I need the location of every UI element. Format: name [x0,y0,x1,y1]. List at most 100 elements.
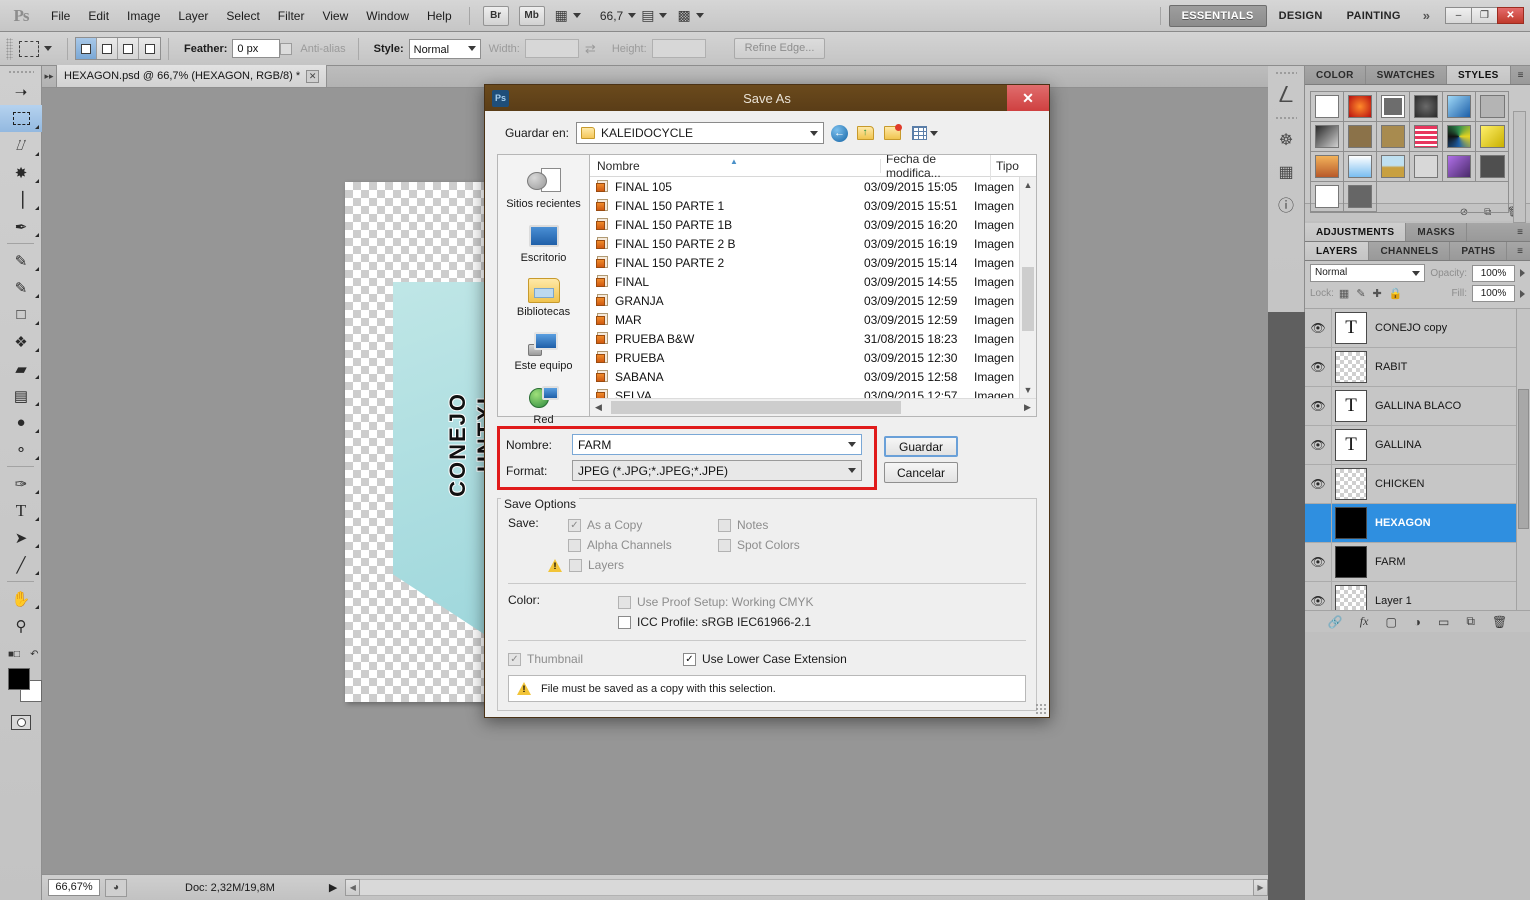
tab-paths[interactable]: PATHS [1450,242,1508,260]
table-row[interactable]: 👁 T CONEJO copy [1305,309,1530,348]
place-libraries[interactable]: Bibliotecas [499,271,589,322]
place-recent[interactable]: Sitios recientes [499,163,589,214]
list-item[interactable]: SELVA 03/09/2015 12:57 Imagen [590,386,1019,398]
scroll-track[interactable] [360,879,1253,896]
zoom-chevron-down-icon[interactable] [628,13,637,18]
tab-color[interactable]: COLOR [1305,66,1366,84]
document-close-icon[interactable]: ✕ [306,69,320,83]
list-item[interactable]: SABANA 03/09/2015 12:58 Imagen [590,367,1019,386]
layers-row[interactable]: Layers [548,555,718,575]
list-item[interactable]: FINAL 150 PARTE 2 B 03/09/2015 16:19 Ima… [590,234,1019,253]
document-tab[interactable]: HEXAGON.psd @ 66,7% (HEXAGON, RGB/8) * ✕ [56,65,328,87]
zoom-level-value[interactable]: 66,7 [600,9,623,23]
table-row[interactable]: 👁 T GALLINA BLACO [1305,386,1530,426]
menu-file[interactable]: File [42,0,79,32]
layer-thumbnail[interactable]: T [1335,312,1367,344]
tab-adjustments[interactable]: ADJUSTMENTS [1305,223,1407,241]
layers-scrollbar[interactable] [1516,309,1530,610]
move-tool[interactable]: ➝ [0,78,42,105]
file-list[interactable]: Nombre Fecha de modifica... Tipo ▲ FINAL… [589,154,1037,417]
tab-bar-grip[interactable]: ▸▸ [42,65,56,87]
scroll-thumb[interactable] [1022,267,1034,331]
thumbnail-checkbox[interactable]: ✓ [508,652,521,666]
new-group-icon[interactable]: ▭ [1438,615,1449,629]
layer-visibility-cell[interactable]: 👁 [1305,464,1332,504]
opacity-slider-arrow-icon[interactable] [1520,269,1525,277]
as-a-copy-row[interactable]: ✓ As a Copy [568,515,718,535]
subtract-from-selection-button[interactable] [118,38,139,59]
crop-tool[interactable]: ⎟ [0,186,42,213]
status-menu-arrow-icon[interactable]: ▶ [329,881,337,894]
anti-alias-checkbox[interactable] [280,42,293,55]
style-swatch-none[interactable] [1311,92,1344,122]
intersect-selection-button[interactable] [139,38,160,59]
status-zoom-input[interactable]: 66,67% [48,879,100,896]
place-desktop[interactable]: Escritorio [499,217,589,268]
layer-visibility-cell[interactable]: 👁 [1305,309,1332,348]
eye-icon[interactable]: 👁 [1311,595,1326,607]
scroll-track[interactable] [607,399,1019,416]
list-item[interactable]: PRUEBA B&W 31/08/2015 18:23 Imagen [590,329,1019,348]
style-swatch-blue-gel[interactable] [1443,92,1476,122]
rectangular-marquee-tool[interactable] [0,105,42,132]
menu-help[interactable]: Help [418,0,461,32]
lock-all-icon[interactable]: 🔒 [1389,287,1403,300]
zoom-tool[interactable]: ⚲ [0,612,42,639]
height-input[interactable] [651,39,706,58]
table-row[interactable]: 👁 Layer 1 [1305,581,1530,610]
style-swatch-dark-ring[interactable] [1410,92,1443,122]
table-row[interactable]: HEXAGON [1305,503,1530,543]
mini-dock-grip-2[interactable] [1268,111,1304,124]
layer-visibility-cell[interactable] [1305,503,1332,543]
back-icon[interactable]: ← [831,124,848,142]
layer-thumbnail[interactable] [1335,585,1367,610]
menu-edit[interactable]: Edit [79,0,118,32]
style-swatch-brown[interactable] [1344,122,1377,152]
line-tool[interactable]: ╱ [0,551,42,578]
format-select[interactable]: JPEG (*.JPG;*.JPEG;*.JPE) [572,460,862,481]
style-swatch-purple[interactable] [1443,152,1476,182]
scroll-up-button[interactable]: ▲ [1020,177,1036,193]
foreground-color-swatch[interactable] [8,668,30,690]
eye-icon[interactable]: 👁 [1311,400,1326,412]
gradient-tool[interactable]: ▤ [0,382,42,409]
pen-tool[interactable]: ✑ [0,470,42,497]
tab-styles[interactable]: STYLES [1446,66,1511,84]
menu-view[interactable]: View [313,0,357,32]
layer-thumbnail[interactable]: T [1335,390,1367,422]
new-selection-button[interactable] [76,38,97,59]
tab-swatches[interactable]: SWATCHES [1366,66,1447,84]
icc-profile-row[interactable]: ICC Profile: sRGB IEC61966-2.1 [618,612,1026,632]
file-list-vertical-scrollbar[interactable]: ▲ ▼ [1019,177,1036,398]
column-header-modified[interactable]: Fecha de modifica... [881,155,991,180]
blur-tool[interactable]: ● [0,409,42,436]
eye-icon[interactable]: 👁 [1311,439,1326,451]
style-swatch-dark-grey[interactable] [1476,152,1509,182]
color-wheel-mini-icon[interactable]: ☸ [1268,124,1304,156]
width-input[interactable] [524,39,579,58]
column-header-type[interactable]: Tipo [991,159,1036,173]
options-bar-grip[interactable] [6,37,13,60]
workspace-essentials[interactable]: ESSENTIALS [1168,4,1267,27]
refine-edge-button[interactable]: Refine Edge... [733,38,826,59]
table-row[interactable]: 👁 FARM [1305,542,1530,582]
layers-panel-menu-icon[interactable]: ≡ [1510,242,1530,260]
more-workspaces-icon[interactable]: » [1413,8,1440,23]
canvas-horizontal-scrollbar[interactable]: ◀ ▶ [345,879,1268,896]
list-item[interactable]: FINAL 150 PARTE 1 03/09/2015 15:51 Image… [590,196,1019,215]
histogram-mini-icon[interactable]: ▦ [1268,156,1304,188]
list-item[interactable]: FINAL 150 PARTE 1B 03/09/2015 16:20 Imag… [590,215,1019,234]
alpha-channels-checkbox[interactable] [568,538,581,552]
layer-thumbnail[interactable] [1335,507,1367,539]
icc-profile-checkbox[interactable] [618,615,631,629]
lock-position-icon[interactable]: ✚ [1373,287,1382,300]
style-select[interactable]: Normal [408,38,481,59]
layer-thumbnail[interactable] [1335,546,1367,578]
notes-row[interactable]: Notes [718,515,1026,535]
up-one-level-icon[interactable]: ↑ [855,123,875,143]
eraser-tool[interactable]: ▰ [0,355,42,382]
layer-thumbnail[interactable]: T [1335,429,1367,461]
spot-colors-row[interactable]: Spot Colors [718,535,1026,555]
feather-input[interactable]: 0 px [232,39,281,58]
style-swatch-noise[interactable] [1410,152,1443,182]
